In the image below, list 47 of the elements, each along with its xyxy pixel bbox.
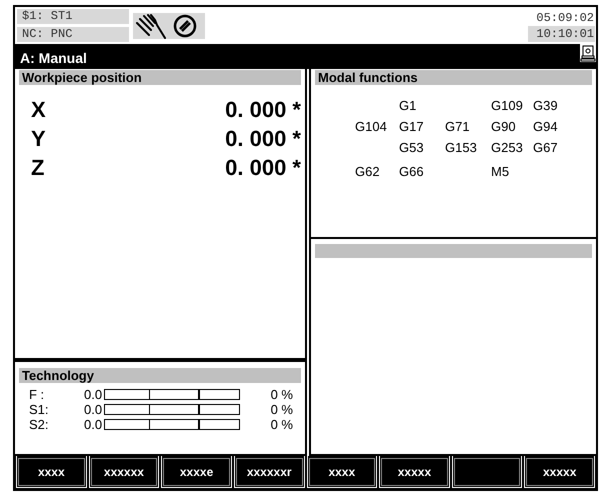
g-code: G109 xyxy=(491,98,523,113)
g-code: G39 xyxy=(533,98,558,113)
softkey[interactable]: xxxxxxr xyxy=(234,456,304,488)
g-code: G53 xyxy=(399,140,424,155)
g-code: G66 xyxy=(399,164,424,179)
tech-label: F : xyxy=(29,387,46,402)
tech-value: 0.0 xyxy=(84,417,104,432)
g-code: G17 xyxy=(399,119,424,134)
softkey[interactable]: xxxxxx xyxy=(88,456,160,488)
axis-value: 0. 000 * xyxy=(225,154,301,180)
time-label: 05:09:02 xyxy=(535,10,595,26)
tech-percent: 0 % xyxy=(270,417,294,432)
tech-percent: 0 % xyxy=(270,402,294,417)
axis-name: X xyxy=(31,96,46,122)
tech-value: 0.0 xyxy=(84,387,104,402)
axis-value: 0. 000 * xyxy=(225,126,301,152)
time-label: 10:10:01 xyxy=(528,26,595,42)
axis-value: 0. 000 * xyxy=(225,96,301,122)
axis-name: Y xyxy=(31,126,46,152)
softkey[interactable]: xxxxx xyxy=(379,456,450,488)
g-code: G253 xyxy=(491,140,523,155)
tech-label: S1: xyxy=(29,402,50,417)
g-code: G1 xyxy=(399,98,416,113)
softkey[interactable]: xxxx xyxy=(16,456,87,488)
no-entry-circle-icon xyxy=(173,14,197,38)
g-code: G71 xyxy=(445,119,470,134)
axis-name: Z xyxy=(31,154,44,180)
g-code: G67 xyxy=(533,140,558,155)
tech-label: S2: xyxy=(29,417,50,432)
channel-label: $1: ST1 xyxy=(17,9,129,24)
tech-percent: 0 % xyxy=(270,387,294,402)
section-title: Modal functions xyxy=(315,70,592,85)
nc-label: NC: PNC xyxy=(17,27,129,42)
section-title: Technology xyxy=(19,368,301,383)
g-code: G94 xyxy=(533,119,558,134)
g-code: M5 xyxy=(491,164,510,179)
blank-softkey[interactable] xyxy=(452,456,522,488)
tech-value: 0.0 xyxy=(84,402,104,417)
mode-title: A: Manual xyxy=(20,50,87,68)
section-title: Workpiece position xyxy=(19,70,301,85)
g-code: G104 xyxy=(355,119,387,134)
softkey[interactable]: xxxx xyxy=(306,456,378,488)
softkey[interactable]: xxxxe xyxy=(161,456,232,488)
softkey[interactable]: xxxxx xyxy=(524,456,595,488)
g-code: G90 xyxy=(491,119,516,134)
g-code: G62 xyxy=(355,164,380,179)
g-code: G153 xyxy=(445,140,477,155)
